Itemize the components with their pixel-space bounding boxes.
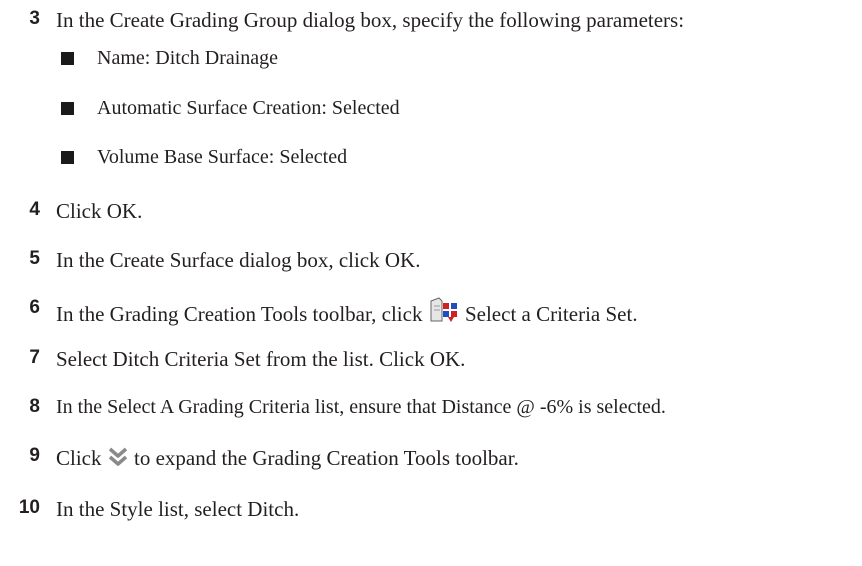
bullet-square (61, 151, 74, 164)
step-text-before: Click (56, 446, 102, 470)
bullet-text: Automatic Surface Creation: Selected (97, 97, 400, 119)
bullet-square (61, 52, 74, 65)
bullet-text: Volume Base Surface: Selected (97, 146, 348, 168)
step-text: Click OK. (56, 199, 143, 223)
expand-chevrons-icon (107, 445, 129, 475)
bullet-square (61, 102, 74, 115)
step-number: 5 (29, 248, 40, 269)
step-number: 4 (29, 199, 40, 220)
step-text: In the Style list, select Ditch. (56, 497, 300, 521)
step-text: Click to expand the Grading Creation Too… (56, 445, 519, 475)
step-text: In the Select A Grading Criteria list, e… (56, 396, 666, 418)
step-number: 8 (29, 396, 40, 417)
step-text: In the Grading Creation Tools toolbar, c… (56, 297, 638, 331)
step-number: 10 (18, 497, 40, 518)
step-text: Select Ditch Criteria Set from the list.… (56, 347, 466, 371)
step-text-before: In the Grading Creation Tools toolbar, c… (56, 302, 423, 326)
step-text-after: Select a Criteria Set. (464, 302, 638, 326)
step-text: In the Create Surface dialog box, click … (56, 248, 421, 272)
step-text: In the Create Grading Group dialog box, … (56, 8, 685, 32)
step-text-after: to expand the Grading Creation Tools too… (134, 446, 519, 470)
step-number: 7 (29, 347, 40, 368)
step-number: 6 (29, 297, 40, 318)
step-number: 3 (29, 8, 40, 29)
select-criteria-set-icon (428, 297, 460, 331)
bullet-text: Name: Ditch Drainage (97, 47, 279, 69)
step-number: 9 (29, 445, 40, 466)
